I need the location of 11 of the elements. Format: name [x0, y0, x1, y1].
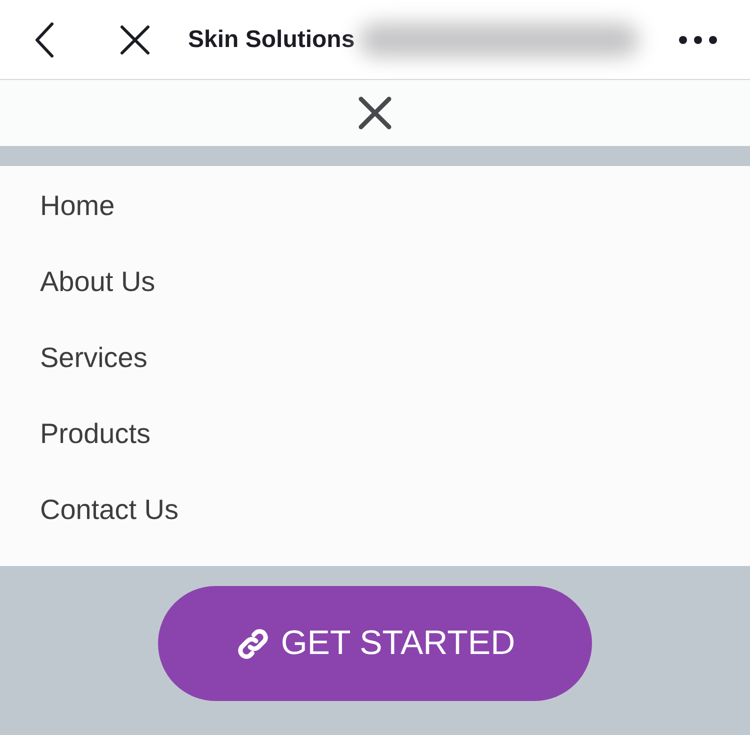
- page-title: Skin Solutions: [188, 26, 355, 54]
- close-menu-icon[interactable]: [358, 96, 392, 130]
- menu-item[interactable]: Contact Us: [40, 490, 178, 566]
- menu-item[interactable]: Products: [40, 414, 150, 490]
- close-icon[interactable]: [120, 24, 150, 54]
- menu-item[interactable]: About Us: [40, 262, 156, 338]
- menu-item[interactable]: Services: [40, 338, 148, 414]
- back-icon[interactable]: [34, 22, 54, 58]
- menu-item[interactable]: Home: [40, 186, 115, 262]
- get-started-button[interactable]: GET STARTED: [158, 586, 592, 701]
- more-icon[interactable]: [678, 34, 718, 44]
